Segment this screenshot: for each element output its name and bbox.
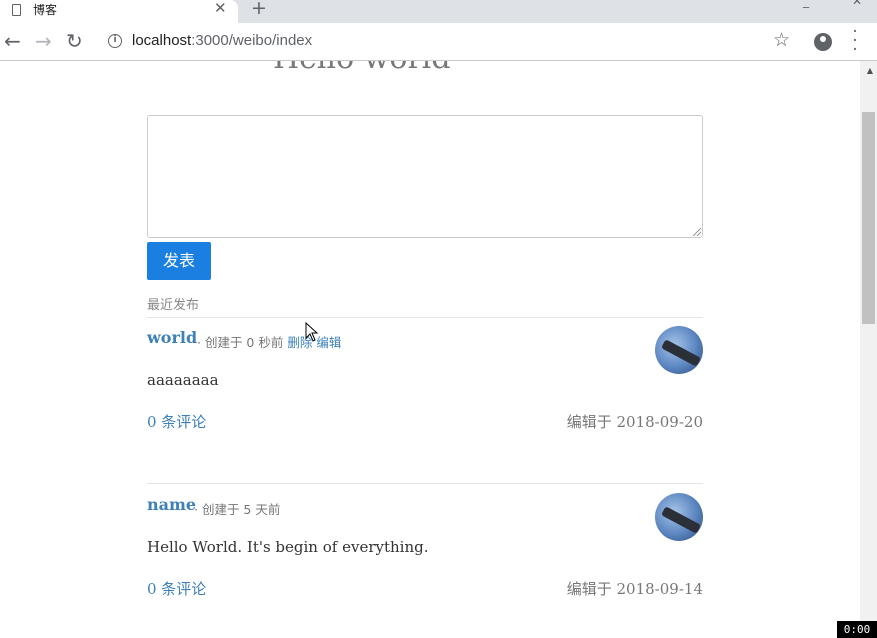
recording-timer: 0:00 (837, 621, 877, 638)
tab-title: 博客 (33, 3, 58, 17)
back-icon[interactable]: ← (4, 29, 21, 53)
post-textarea[interactable] (147, 115, 703, 238)
forward-icon[interactable]: → (35, 29, 52, 53)
minimize-icon[interactable]: _ (803, 0, 809, 8)
comments-link[interactable]: 0 条评论 (147, 411, 206, 432)
tab-strip: 博客 ✕ + _ ✕ (0, 0, 877, 23)
post-content: Hello World. It's begin of everything. (147, 538, 429, 556)
created-time: · 创建于 5 天前 (194, 502, 281, 517)
scroll-up-icon[interactable]: ▲ (867, 66, 873, 75)
reload-icon[interactable]: ↻ (66, 29, 83, 53)
avatar (655, 493, 703, 541)
page-content: Hello world 发表 最近发布 world · 创建于 0 秒前 删除 … (0, 61, 877, 638)
post-meta: · 创建于 5 天前 (194, 499, 280, 518)
document-icon (12, 4, 21, 16)
created-time: · 创建于 0 秒前 (197, 335, 284, 350)
divider (147, 317, 703, 318)
edit-link[interactable]: 编辑 (316, 335, 341, 350)
edited-time: 编辑于 2018-09-20 (566, 413, 703, 431)
publish-button[interactable]: 发表 (147, 242, 211, 280)
scrollbar-thumb[interactable] (862, 112, 875, 324)
tab-blog[interactable]: 博客 ✕ (0, 0, 238, 23)
url-host: localhost (132, 32, 192, 49)
bookmark-star-icon[interactable]: ☆ (773, 29, 790, 51)
info-icon[interactable]: i (108, 34, 122, 48)
page-title: Hello world (273, 61, 451, 76)
recent-label: 最近发布 (147, 298, 200, 313)
mouse-cursor-icon (305, 322, 319, 342)
resize-handle-icon[interactable] (693, 228, 701, 236)
edited-time: 编辑于 2018-09-14 (566, 580, 703, 598)
address-bar: ← → ↻ i localhost:3000/weibo/index ☆ · · · (0, 23, 877, 61)
close-icon[interactable]: ✕ (214, 0, 227, 17)
url-field[interactable]: localhost:3000/weibo/index (132, 32, 312, 49)
account-icon[interactable] (814, 33, 832, 51)
post-content: aaaaaaaa (147, 371, 219, 389)
avatar (655, 326, 703, 374)
url-path: :3000/weibo/index (191, 32, 313, 49)
post-meta: · 创建于 0 秒前 删除 编辑 (197, 332, 341, 351)
menu-icon[interactable]: · · · (851, 24, 859, 59)
post-author[interactable]: world (147, 328, 197, 347)
new-tab-icon[interactable]: + (251, 0, 267, 19)
post-author[interactable]: name (147, 495, 196, 514)
comments-link[interactable]: 0 条评论 (147, 578, 206, 599)
divider (147, 483, 703, 484)
close-window-icon[interactable]: ✕ (852, 0, 862, 8)
